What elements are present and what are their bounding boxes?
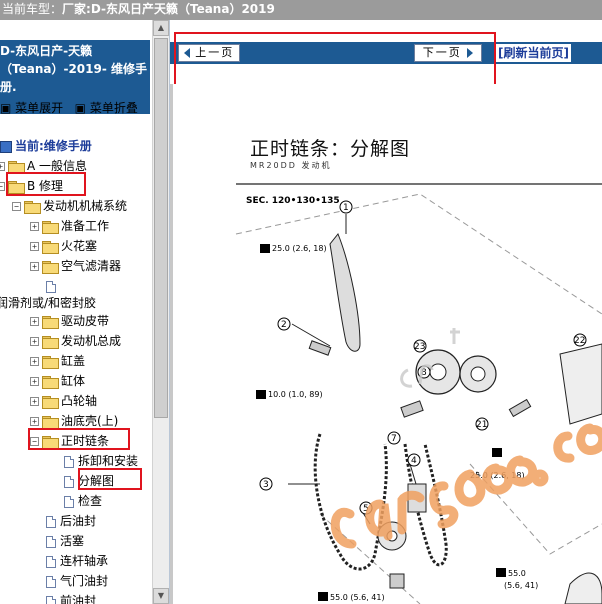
folder-icon — [42, 415, 59, 429]
expand-plus-icon[interactable]: + — [30, 397, 39, 406]
tree-item-prep[interactable]: + 准备工作 — [30, 216, 109, 236]
scroll-thumb[interactable] — [154, 38, 168, 418]
tree-item-lube[interactable]: 润滑剂或/和密封胶 — [0, 293, 96, 313]
highlight-box-nav — [174, 32, 496, 88]
folder-icon — [42, 335, 59, 349]
torque-label-3: 25.0 (2.6, 18) — [470, 471, 525, 480]
collapse-minus-icon[interactable]: − — [0, 182, 5, 191]
document-icon — [64, 495, 74, 508]
torque-label-4: 55.0 (5.6, 41) — [330, 593, 385, 602]
svg-text:21: 21 — [476, 420, 487, 430]
manual-book-icon — [0, 140, 12, 153]
current-model-label: 当前车型： — [2, 2, 63, 16]
svg-text:3: 3 — [263, 480, 269, 490]
svg-text:23: 23 — [414, 342, 425, 352]
menu-toolbar: ▣ 菜单展开 ▣ 菜单折叠 — [0, 98, 152, 120]
torque-label-2: 10.0 (1.0, 89) — [268, 390, 323, 399]
exploded-diagram: 1 2 3 4 5 7 23 21 22 8 25.0 (2.6, 18) 10… — [235, 183, 602, 604]
current-model-bar: 当前车型：厂家:D-东风日产天籁（Teana）2019 — [0, 0, 602, 20]
folder-icon — [42, 220, 59, 234]
expand-plus-icon[interactable]: + — [30, 222, 39, 231]
document-icon — [64, 475, 74, 488]
refresh-page-link[interactable]: [刷新当前页] — [496, 44, 571, 62]
expand-plus-icon[interactable]: + — [30, 262, 39, 271]
tree-item-air[interactable]: + 空气滤清器 — [30, 256, 121, 276]
expand-plus-icon[interactable]: + — [30, 317, 39, 326]
folder-icon — [42, 355, 59, 369]
folder-open-icon — [24, 200, 41, 214]
sidebar-scrollbar[interactable]: ▲ ▼ — [152, 20, 169, 604]
document-icon — [46, 595, 56, 604]
highlight-box-b — [6, 172, 86, 196]
expand-plus-icon[interactable]: + — [30, 337, 39, 346]
document-icon — [46, 535, 56, 548]
folder-icon — [42, 375, 59, 389]
svg-text:7: 7 — [391, 434, 397, 444]
document-icon — [46, 575, 56, 588]
tree-item-inspect[interactable]: 检查 — [64, 491, 102, 511]
document-icon — [46, 280, 56, 293]
expand-plus-icon[interactable]: + — [30, 377, 39, 386]
document-icon — [64, 455, 74, 468]
tree-item-engine[interactable]: − 发动机机械系统 — [12, 196, 127, 216]
svg-text:5: 5 — [363, 504, 369, 514]
svg-text:2: 2 — [281, 320, 287, 330]
folder-icon — [42, 240, 59, 254]
tree-root[interactable]: 当前:维修手册 — [0, 136, 92, 156]
svg-text:22: 22 — [574, 336, 585, 346]
expand-plus-icon[interactable]: + — [30, 357, 39, 366]
torque-label-6: (5.6, 41) — [504, 581, 538, 590]
expand-plus-icon[interactable]: + — [0, 162, 5, 171]
torque-label-5: 55.0 — [508, 569, 526, 578]
manual-page: 正时链条：分解图 MR20DD 发动机 SEC. 120•130•135 1 2… — [170, 84, 602, 604]
highlight-box-exploded — [78, 468, 142, 490]
sidebar: D-东风日产-天籁 （Teana）-2019- 维修手 册. ▣ 菜单展开 ▣ … — [0, 20, 170, 604]
manual-title-line1: D-东风日产-天籁 — [0, 44, 93, 58]
tree-item-rod[interactable]: 连杆轴承 — [46, 551, 108, 571]
tree-item-valve[interactable]: 气门油封 — [46, 571, 108, 591]
content-pane: 上一页 下一页 [刷新当前页] 正时链条：分解图 MR20DD 发动机 SEC.… — [170, 20, 602, 604]
tree-item-front-seal[interactable]: 前油封 — [46, 591, 96, 604]
current-model-value: 厂家:D-东风日产天籁（Teana）2019 — [62, 2, 275, 16]
manual-title-line3: 册. — [0, 80, 17, 94]
document-icon — [46, 555, 56, 568]
collapse-menu-button[interactable]: ▣ 菜单折叠 — [75, 101, 138, 115]
collapse-icon: ▣ — [74, 101, 86, 115]
expand-menu-button[interactable]: ▣ 菜单展开 — [0, 101, 63, 115]
tree-item-cam[interactable]: + 凸轮轴 — [30, 391, 97, 411]
document-icon — [46, 515, 56, 528]
svg-text:8: 8 — [421, 368, 427, 378]
tree-item-cover[interactable]: + 缸盖 — [30, 351, 85, 371]
tree-item-spark[interactable]: + 火花塞 — [30, 236, 97, 256]
folder-icon — [42, 260, 59, 274]
manual-title-line2: （Teana）-2019- 维修手 — [0, 62, 148, 76]
folder-icon — [42, 395, 59, 409]
collapse-minus-icon[interactable]: − — [12, 202, 21, 211]
tree-item-piston[interactable]: 活塞 — [46, 531, 84, 551]
tree-item-belt[interactable]: + 驱动皮带 — [30, 311, 109, 331]
tree-item-block[interactable]: + 缸体 — [30, 371, 85, 391]
scroll-up-arrow-icon[interactable]: ▲ — [153, 20, 169, 36]
tree-item-rear-seal[interactable]: 后油封 — [46, 511, 96, 531]
expand-plus-icon[interactable]: + — [30, 242, 39, 251]
expand-plus-icon[interactable]: + — [30, 417, 39, 426]
scroll-down-arrow-icon[interactable]: ▼ — [153, 588, 169, 604]
expand-icon: ▣ — [0, 101, 12, 115]
svg-text:1: 1 — [343, 203, 349, 213]
tree-item-assy[interactable]: + 发动机总成 — [30, 331, 121, 351]
highlight-box-chain — [28, 428, 130, 450]
torque-label-1: 25.0 (2.6, 18) — [272, 244, 327, 253]
svg-text:4: 4 — [411, 456, 417, 466]
folder-icon — [8, 160, 25, 174]
folder-icon — [42, 315, 59, 329]
